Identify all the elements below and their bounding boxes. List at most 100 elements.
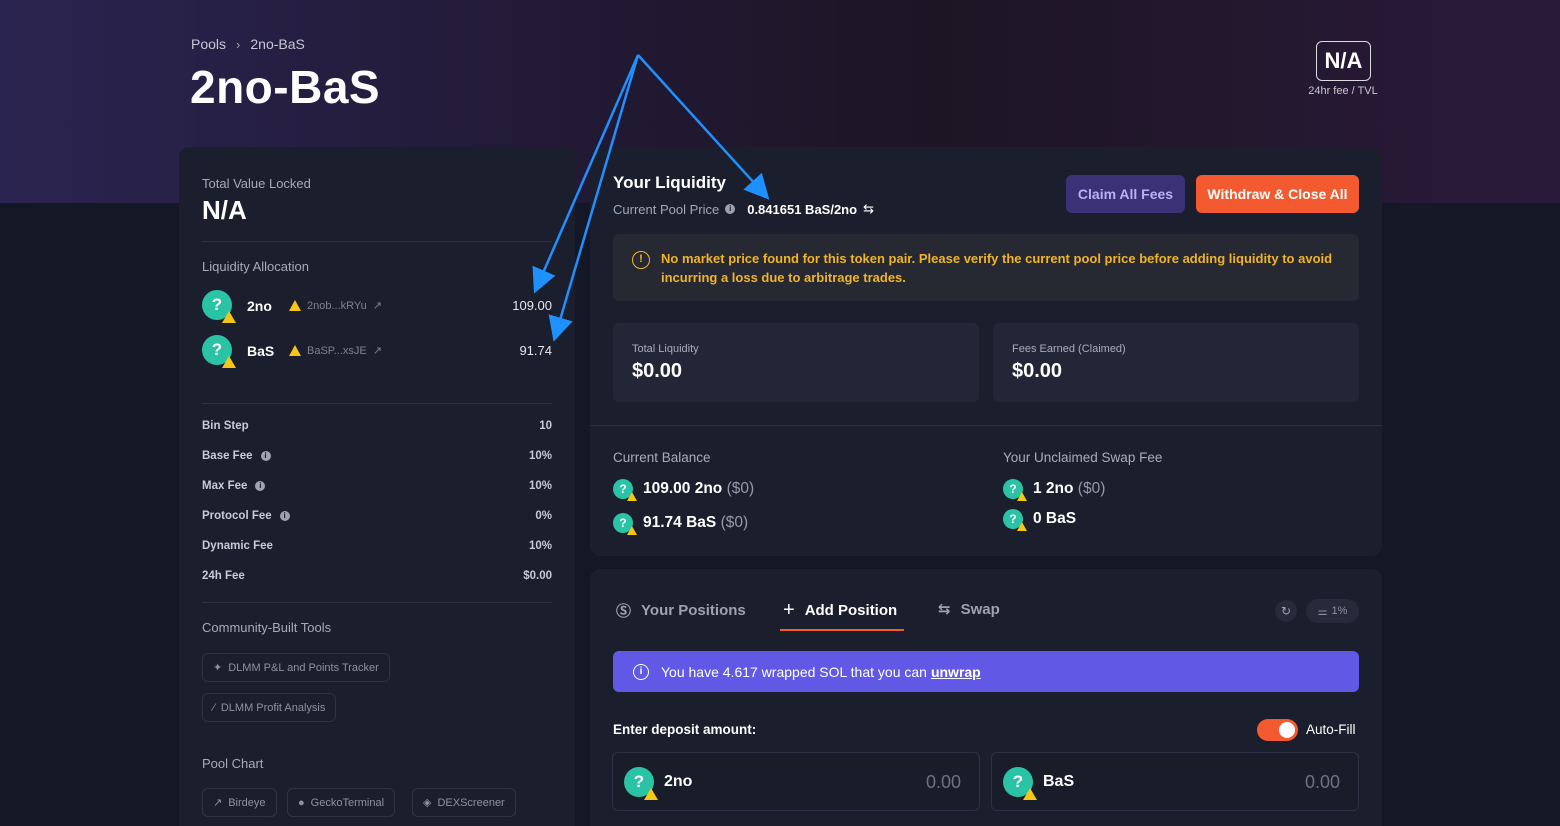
fees-earned-label: Fees Earned (Claimed) <box>1012 343 1126 355</box>
token-address-link[interactable]: BaSP...xsJE ↗ <box>289 344 382 357</box>
swap-direction-icon[interactable]: ⇆ <box>863 201 874 217</box>
deposit-amount[interactable]: 0.00 <box>1305 772 1340 793</box>
token-icon: ? <box>613 513 637 535</box>
chart-link-label: Birdeye <box>228 796 266 809</box>
warning-icon <box>289 345 301 356</box>
divider <box>202 602 552 603</box>
unclaimed-row: ? 0 BaS <box>1003 509 1076 531</box>
slippage-settings-button[interactable]: ⚌ 1% <box>1306 599 1359 623</box>
info-icon[interactable]: i <box>255 480 266 491</box>
birdeye-link[interactable]: ↗ Birdeye <box>202 788 277 817</box>
allocation-label: Liquidity Allocation <box>202 259 309 274</box>
stat-row: Protocol Fee i 0% <box>202 510 552 522</box>
deposit-input-2no[interactable]: ? 2no 0.00 <box>612 752 980 811</box>
withdraw-close-all-button[interactable]: Withdraw & Close All <box>1196 175 1359 213</box>
unclaimed-usd: ($0) <box>1077 480 1106 497</box>
tool-pnl-tracker-link[interactable]: ✦ DLMM P&L and Points Tracker <box>202 653 390 682</box>
toggle-knob <box>1279 722 1295 738</box>
token-icon: ? <box>1003 479 1027 501</box>
gecko-icon: ● <box>298 796 305 809</box>
balance-row: ? 109.00 2no ($0) <box>613 479 755 501</box>
token-address: BaSP...xsJE <box>307 344 367 357</box>
stat-value: $0.00 <box>523 570 552 582</box>
chart-link-label: DEXScreener <box>437 796 505 809</box>
info-circle-icon: i <box>633 663 649 680</box>
chevron-right-icon: › <box>236 36 241 52</box>
stat-value: 10% <box>528 540 552 552</box>
fee-tvl-value: N/A <box>1316 41 1371 81</box>
tracker-icon: ✦ <box>213 662 223 674</box>
chart-icon: ⁄ <box>213 701 215 714</box>
sliders-icon: ⚌ <box>1317 605 1328 618</box>
pool-price: Current Pool Price i 0.841651 BaS/2no ⇆ <box>613 201 874 217</box>
stat-label: 24h Fee <box>202 570 245 582</box>
tvl-value: N/A <box>202 195 247 225</box>
refresh-icon: ↻ <box>1280 604 1292 618</box>
token-address-link[interactable]: 2nob...kRYu ↗ <box>289 299 382 312</box>
tab-swap[interactable]: ⇆ Swap <box>938 600 1000 619</box>
info-icon[interactable]: i <box>279 510 290 521</box>
token-icon-bas: ? <box>202 335 236 368</box>
divider <box>202 241 552 242</box>
total-liquidity-card: Total Liquidity $0.00 <box>613 323 979 402</box>
total-liquidity-label: Total Liquidity <box>632 343 699 355</box>
warning-icon <box>1017 522 1027 531</box>
plus-icon: + <box>783 599 795 621</box>
warning-icon <box>627 492 637 501</box>
balance-amount: 91.74 BaS <box>643 514 717 531</box>
warning-icon <box>1017 492 1027 501</box>
stat-row: Max Fee i 10% <box>202 480 552 492</box>
deposit-input-bas[interactable]: ? BaS 0.00 <box>991 752 1359 811</box>
sol-banner-text: You have 4.617 wrapped SOL that you can <box>661 663 927 680</box>
tvl-label: Total Value Locked <box>202 176 311 191</box>
tool-label: DLMM Profit Analysis <box>220 701 326 714</box>
token-icon: ? <box>1003 767 1037 800</box>
stat-value: 0% <box>535 510 552 522</box>
unwrap-link[interactable]: unwrap <box>931 664 981 680</box>
autofill-toggle[interactable] <box>1257 719 1298 741</box>
refresh-button[interactable]: ↻ <box>1275 600 1297 622</box>
slippage-value: 1% <box>1331 605 1348 617</box>
token-icon: ? <box>1003 509 1027 531</box>
geckoterminal-link[interactable]: ● GeckoTerminal <box>287 788 396 817</box>
info-icon[interactable]: i <box>260 450 271 461</box>
breadcrumb-pools-link[interactable]: Pools <box>191 36 226 52</box>
deposit-label: Enter deposit amount: <box>613 722 757 737</box>
tools-label: Community-Built Tools <box>202 620 332 635</box>
tab-add-position[interactable]: + Add Position <box>783 599 897 622</box>
tab-your-positions[interactable]: Ⓢ Your Positions <box>616 600 746 621</box>
unclaimed-amount: 1 2no <box>1033 480 1074 497</box>
breadcrumb-current: 2no-BaS <box>250 36 305 52</box>
divider <box>590 425 1382 426</box>
token-icon-2no: ? <box>202 290 236 323</box>
stat-label: Base Fee <box>202 450 253 462</box>
claim-all-fees-button[interactable]: Claim All Fees <box>1066 175 1185 213</box>
dexscreener-link[interactable]: ◈ DEXScreener <box>412 788 516 817</box>
tab-label: Your Positions <box>641 602 746 619</box>
token-icon: ? <box>613 479 637 501</box>
pool-chart-label: Pool Chart <box>202 756 264 771</box>
balance-usd: ($0) <box>726 480 755 497</box>
stat-label: Max Fee <box>202 480 248 492</box>
external-link-icon: ↗ <box>372 345 382 357</box>
tool-profit-analysis-link[interactable]: ⁄ DLMM Profit Analysis <box>202 693 337 722</box>
stat-label: Protocol Fee <box>202 510 272 522</box>
liquidity-title: Your Liquidity <box>613 173 727 192</box>
stat-value: 10 <box>539 420 552 432</box>
fees-earned-value: $0.00 <box>1012 360 1063 382</box>
stat-label: Bin Step <box>202 420 249 432</box>
allocation-token-symbol: 2no <box>247 298 272 314</box>
chart-link-label: GeckoTerminal <box>310 796 385 809</box>
deposit-token: ? 2no <box>624 767 693 800</box>
warning-icon <box>627 526 637 535</box>
info-icon[interactable]: i <box>725 204 736 214</box>
pool-price-label: Current Pool Price <box>613 201 720 217</box>
stat-row: Base Fee i 10% <box>202 450 552 462</box>
token-address: 2nob...kRYu <box>307 299 367 312</box>
deposit-amount[interactable]: 0.00 <box>926 772 961 793</box>
total-liquidity-value: $0.00 <box>632 360 683 382</box>
warning-icon <box>644 788 658 800</box>
deposit-token-symbol: 2no <box>664 773 693 790</box>
deposit-token: ? BaS <box>1003 767 1074 800</box>
external-link-icon: ↗ <box>372 300 382 312</box>
